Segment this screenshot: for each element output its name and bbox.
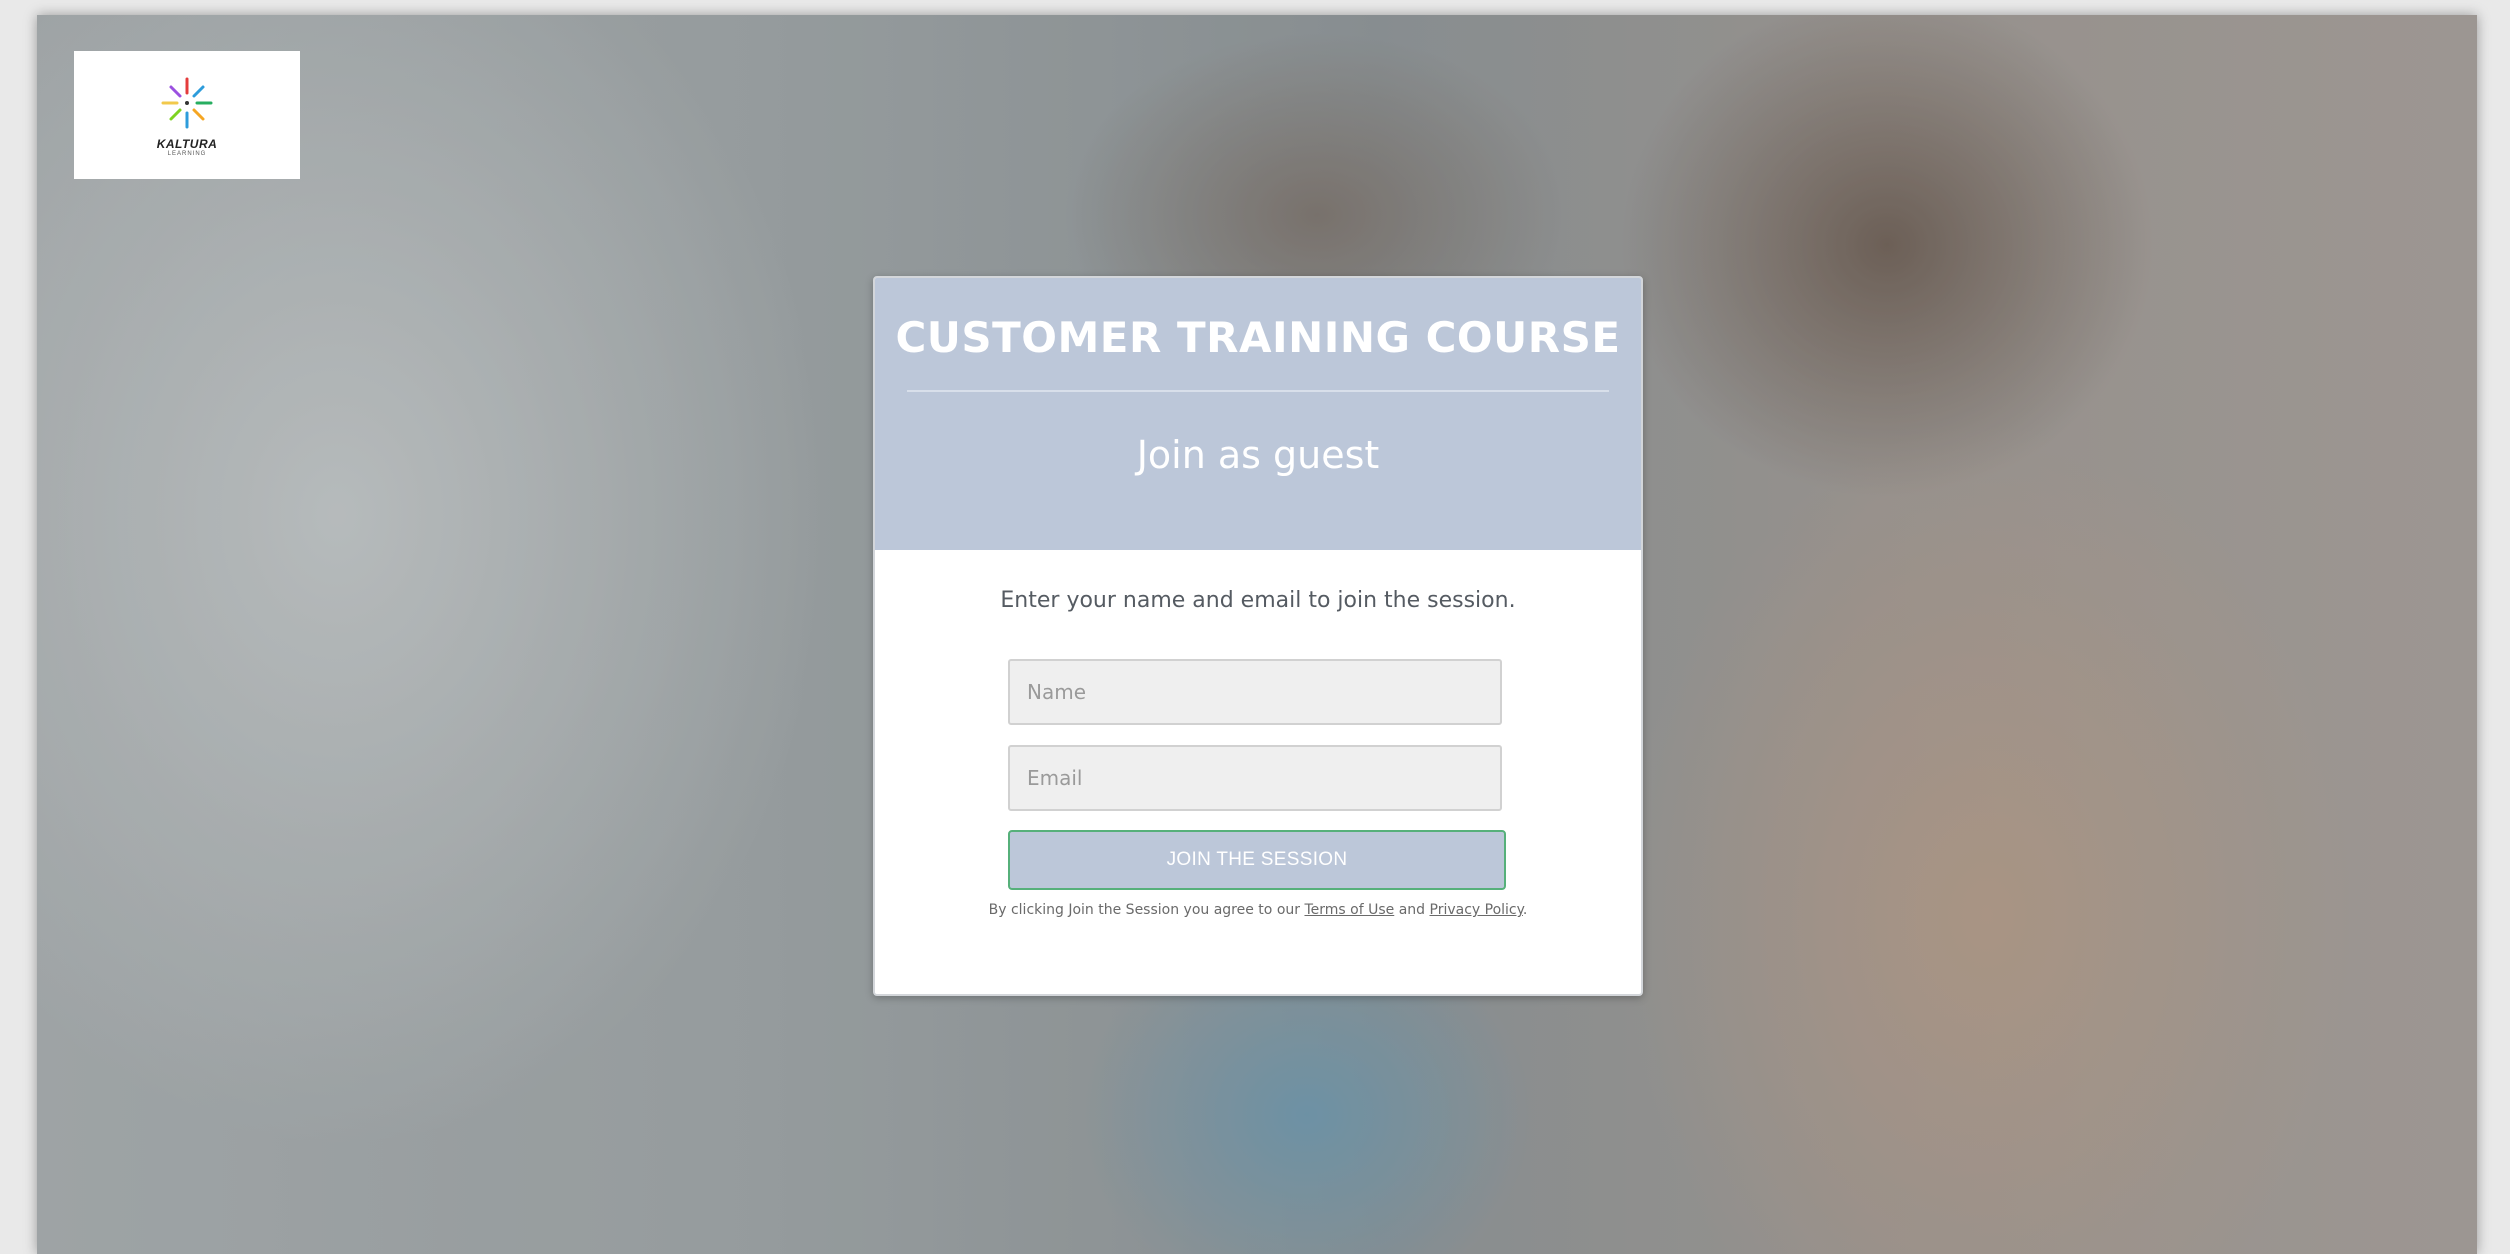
card-body: Enter your name and email to join the se…: [875, 550, 1641, 994]
agreement-text: By clicking Join the Session you agree t…: [875, 902, 1641, 918]
brand-name: KALTURA: [156, 137, 218, 151]
background-photo: KALTURA LEARNING CUSTOMER TRAINING COURS…: [37, 15, 2477, 1254]
card-header: CUSTOMER TRAINING COURSE Join as guest: [875, 278, 1641, 550]
join-as-guest-heading: Join as guest: [1136, 433, 1380, 477]
agreement-conjunction: and: [1398, 902, 1426, 918]
name-input[interactable]: [1008, 659, 1502, 725]
agreement-suffix: .: [1522, 902, 1528, 918]
brand-logo[interactable]: KALTURA LEARNING: [74, 51, 300, 179]
agreement-prefix: By clicking Join the Session you agree t…: [988, 902, 1301, 918]
instructions-text: Enter your name and email to join the se…: [1000, 588, 1516, 613]
email-input[interactable]: [1008, 745, 1502, 811]
kaltura-burst-icon: [161, 77, 213, 129]
privacy-policy-link[interactable]: Privacy Policy: [1430, 902, 1523, 918]
guest-login-card: CUSTOMER TRAINING COURSE Join as guest E…: [873, 276, 1643, 996]
header-divider: [907, 390, 1609, 392]
join-session-button[interactable]: JOIN THE SESSION: [1008, 830, 1506, 890]
brand-subtitle: LEARNING: [167, 151, 207, 157]
course-title: CUSTOMER TRAINING COURSE: [895, 313, 1621, 362]
terms-of-use-link[interactable]: Terms of Use: [1304, 902, 1394, 918]
